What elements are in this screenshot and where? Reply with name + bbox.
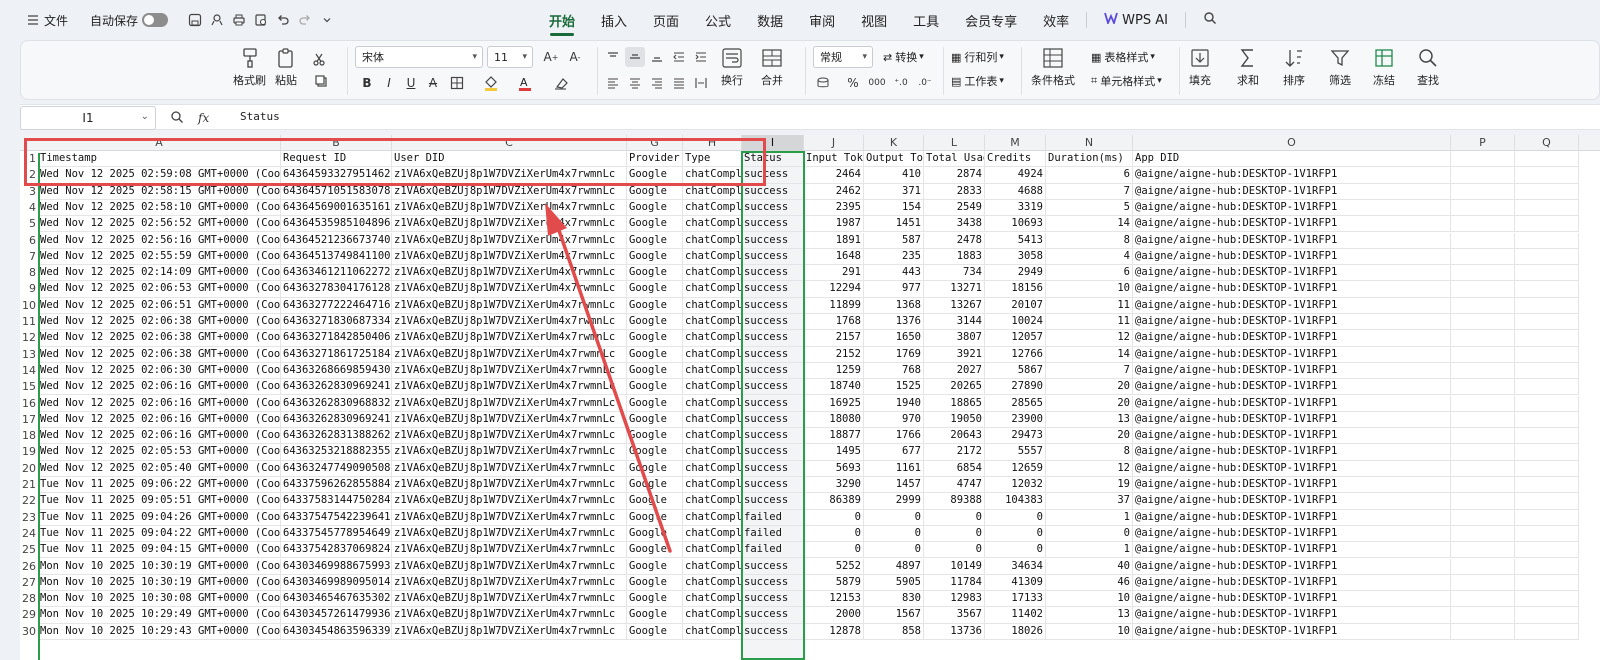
annotation-arrow: [545, 203, 672, 553]
wps-spreadsheet-window: 文件 自动保存 开始 插入 页面 公式 数据 审阅 视图 工具 会员专享 效率 …: [0, 0, 1600, 660]
